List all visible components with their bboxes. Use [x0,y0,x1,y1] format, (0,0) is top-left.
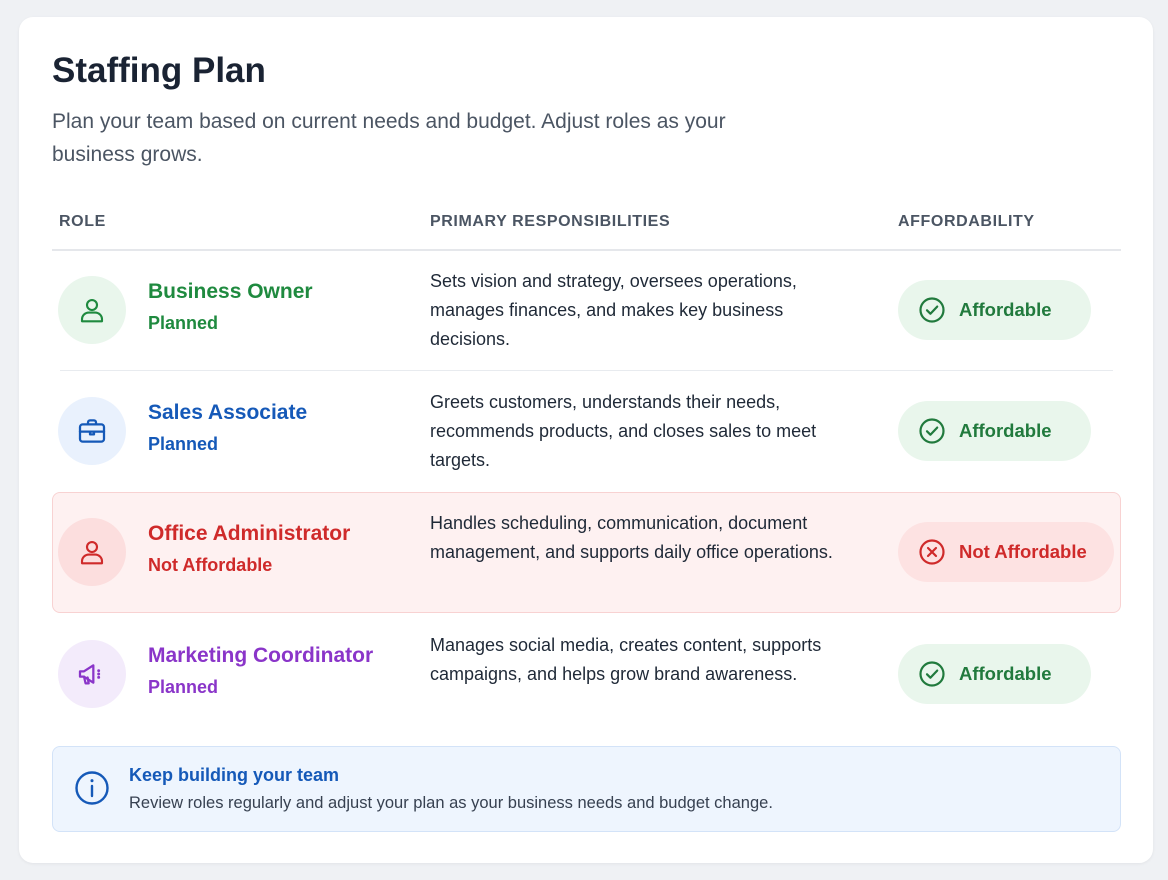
staffing-plan-card: Staffing Plan Plan your team based on cu… [19,17,1153,863]
role-responsibilities: Greets customers, understands their need… [430,392,817,470]
column-header-responsibilities: PRIMARY RESPONSIBILITIES [430,213,671,230]
role-avatar [58,397,126,465]
role-status: Planned [148,677,219,697]
info-icon [74,770,110,806]
check-circle-icon [918,296,946,324]
role-status: Not Affordable [148,555,273,575]
affordability-badge: Affordable [898,401,1091,461]
role-avatar [58,518,126,586]
role-status: Planned [148,434,219,454]
affordability-badge: Not Affordable [898,522,1114,582]
user-icon [80,298,104,323]
table-row[interactable]: Office Administrator Not Affordable Hand… [52,492,1121,613]
role-status: Planned [148,313,219,333]
table-row[interactable]: Marketing Coordinator Planned Manages so… [52,614,1121,735]
table-row[interactable]: Business Owner Planned Sets vision and s… [52,250,1121,371]
briefcase-icon [78,419,106,443]
role-name: Business Owner [148,280,313,303]
affordability-label: Affordable [959,663,1052,684]
info-callout: Keep building your team Review roles reg… [52,746,1121,832]
affordability-label: Affordable [959,299,1052,320]
megaphone-icon [78,664,101,685]
column-header-affordability: AFFORDABILITY [898,213,1035,230]
table-header: ROLE PRIMARY RESPONSIBILITIES AFFORDABIL… [52,205,1121,251]
page-subtitle: Plan your team based on current needs an… [52,110,726,166]
info-text: Review roles regularly and adjust your p… [129,794,773,812]
role-responsibilities: Handles scheduling, communication, docum… [430,513,833,562]
check-circle-icon [918,417,946,445]
affordability-label: Not Affordable [959,541,1087,562]
role-avatar [58,640,126,708]
affordability-label: Affordable [959,420,1052,441]
column-header-role: ROLE [59,213,106,230]
role-avatar [58,276,126,344]
role-responsibilities: Manages social media, creates content, s… [430,635,822,684]
role-name: Marketing Coordinator [148,644,374,667]
check-circle-icon [918,660,946,688]
user-icon [80,540,104,565]
affordability-badge: Affordable [898,280,1091,340]
info-title: Keep building your team [129,765,340,785]
table-row[interactable]: Sales Associate Planned Greets customers… [52,371,1121,492]
role-name: Office Administrator [148,522,351,545]
role-responsibilities: Sets vision and strategy, oversees opera… [430,271,797,349]
role-name: Sales Associate [148,401,308,424]
page-title: Staffing Plan [52,51,266,90]
x-circle-icon [918,538,946,566]
affordability-badge: Affordable [898,644,1091,704]
